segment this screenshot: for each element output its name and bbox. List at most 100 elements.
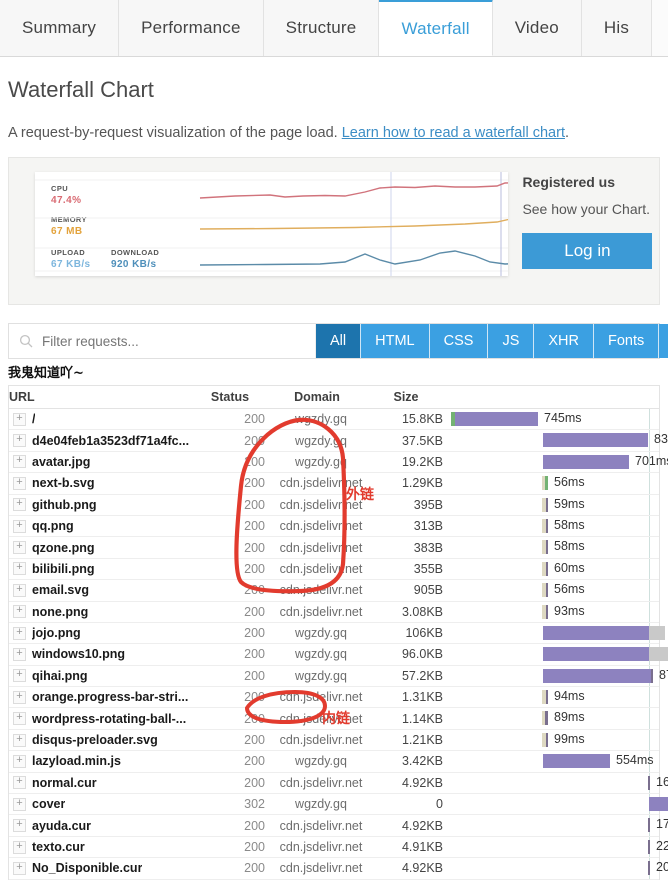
expand-row-icon[interactable]: +	[13, 733, 26, 747]
waterfall-bar[interactable]	[542, 711, 548, 726]
waterfall-bar[interactable]	[543, 433, 648, 448]
waterfall-bar[interactable]	[649, 797, 668, 812]
filter-button-fonts[interactable]: Fonts	[593, 324, 660, 358]
column-header-domain[interactable]: Domain	[261, 390, 373, 404]
search-box[interactable]	[9, 324, 316, 358]
table-row[interactable]: + normal.cur 200 cdn.jsdelivr.net 4.92KB 16ms	[9, 772, 668, 795]
cell-size: 313B	[413, 519, 443, 534]
table-row[interactable]: + orange.progress-bar-stri... 200 cdn.jsdel…	[9, 687, 659, 709]
expand-row-icon[interactable]: +	[13, 819, 26, 833]
column-header-status[interactable]: Status	[199, 390, 261, 404]
tab-waterfall[interactable]: Waterfall	[379, 0, 493, 56]
waterfall-bar[interactable]	[542, 540, 548, 555]
cell-domain: wgzdy.gq	[295, 412, 347, 427]
tab-structure[interactable]: Structure	[263, 0, 380, 56]
filter-button-xhr[interactable]: XHR	[534, 324, 594, 358]
waterfall-duration-label: 745ms	[544, 411, 582, 425]
table-row[interactable]: + qzone.png 200 cdn.jsdelivr.net 383B 58ms	[9, 537, 659, 559]
table-row[interactable]: + none.png 200 cdn.jsdelivr.net 3.08KB 93ms	[9, 601, 659, 623]
waterfall-bar[interactable]	[542, 732, 548, 747]
login-button[interactable]: Log in	[522, 233, 653, 269]
table-row[interactable]: + lazyload.min.js 200 wgzdy.gq 3.42KB 554ms	[9, 751, 659, 773]
search-input[interactable]	[40, 332, 284, 350]
expand-row-icon[interactable]: +	[13, 455, 26, 469]
expand-row-icon[interactable]: +	[13, 690, 26, 704]
waterfall-bar[interactable]	[543, 625, 665, 640]
column-header-url[interactable]: URL	[9, 390, 199, 404]
table-row[interactable]: + avatar.jpg 200 wgzdy.gq 19.2KB 701ms	[9, 451, 668, 474]
waterfall-bar[interactable]	[542, 561, 548, 576]
cell-url-text: qihai.png	[32, 668, 88, 683]
waterfall-bar[interactable]	[543, 454, 629, 469]
filter-button-js[interactable]: JS	[488, 324, 535, 358]
expand-row-icon[interactable]: +	[13, 519, 26, 533]
table-row[interactable]: + github.png 200 cdn.jsdelivr.net 395B 59ms	[9, 494, 659, 516]
filter-button-css[interactable]: CSS	[429, 324, 489, 358]
waterfall-bar[interactable]	[543, 647, 668, 662]
waterfall-bar[interactable]	[542, 604, 548, 619]
table-row[interactable]: + No_Disponible.cur 200 cdn.jsdelivr.net 4.9…	[9, 858, 668, 880]
learn-waterfall-link[interactable]: Learn how to read a waterfall chart	[342, 125, 565, 141]
expand-row-icon[interactable]: +	[13, 861, 26, 875]
expand-row-icon[interactable]: +	[13, 476, 26, 490]
cell-status: 200	[244, 454, 265, 469]
table-row[interactable]: + disqus-preloader.svg 200 cdn.jsdelivr.net…	[9, 729, 659, 752]
waterfall-duration-label: 16ms	[656, 774, 668, 789]
table-row[interactable]: + jojo.png 200 wgzdy.gq 106KB 1s	[9, 622, 665, 645]
waterfall-bar[interactable]	[543, 754, 610, 769]
waterfall-bar[interactable]	[542, 690, 548, 705]
table-row[interactable]: +/200 wgzdy.gq 15.8KB 745ms	[9, 409, 659, 431]
table-row[interactable]: + cover 302 wgzdy.gq 0	[9, 794, 668, 816]
waterfall-bar[interactable]	[542, 518, 548, 533]
waterfall-bar[interactable]	[648, 861, 650, 876]
filter-button-imag[interactable]: Imag	[659, 324, 668, 358]
waterfall-segment-dark	[648, 818, 650, 833]
waterfall-bar[interactable]	[451, 412, 538, 426]
tab-performance[interactable]: Performance	[119, 0, 264, 56]
expand-row-icon[interactable]: +	[13, 541, 26, 555]
table-row[interactable]: + windows10.png 200 wgzdy.gq 96.0KB 1.1s	[9, 644, 668, 666]
waterfall-bar[interactable]	[648, 818, 650, 833]
expand-row-icon[interactable]: +	[13, 498, 26, 512]
expand-row-icon[interactable]: +	[13, 583, 26, 597]
cell-url-text: No_Disponible.cur	[32, 861, 143, 876]
table-row[interactable]: + next-b.svg 200 cdn.jsdelivr.net 1.29KB 56ms	[9, 473, 659, 495]
table-row[interactable]: + texto.cur 200 cdn.jsdelivr.net 4.91KB 22ms	[9, 836, 668, 859]
waterfall-bar[interactable]	[648, 839, 650, 854]
column-header-size[interactable]: Size	[373, 390, 439, 404]
tab-summary[interactable]: Summary	[0, 0, 120, 56]
cell-waterfall: 745ms	[449, 409, 659, 430]
filter-bar: AllHTMLCSSJSXHRFontsImag	[8, 323, 668, 359]
expand-row-icon[interactable]: +	[13, 754, 26, 768]
cell-url-text: cover	[32, 797, 66, 812]
expand-row-icon[interactable]: +	[13, 412, 26, 426]
expand-row-icon[interactable]: +	[13, 562, 26, 576]
expand-row-icon[interactable]: +	[13, 605, 26, 619]
filter-button-all[interactable]: All	[316, 324, 362, 358]
expand-row-icon[interactable]: +	[13, 434, 26, 448]
waterfall-bar[interactable]	[542, 497, 548, 512]
waterfall-segment-dark	[546, 518, 548, 533]
waterfall-bar[interactable]	[542, 583, 548, 598]
waterfall-bar[interactable]	[542, 476, 548, 491]
table-row[interactable]: + bilibili.png 200 cdn.jsdelivr.net 355B 60ms	[9, 558, 659, 581]
expand-row-icon[interactable]: +	[13, 840, 26, 854]
filter-button-html[interactable]: HTML	[361, 324, 430, 358]
table-row[interactable]: + qihai.png 200 wgzdy.gq 57.2KB 876ms	[9, 665, 668, 688]
tab-video[interactable]: Video	[492, 0, 582, 56]
table-row[interactable]: + email.svg 200 cdn.jsdelivr.net 905B 56ms	[9, 580, 659, 602]
expand-row-icon[interactable]: +	[13, 776, 26, 790]
table-row[interactable]: + wordpress-rotating-ball-... 200 cdn.jsdel…	[9, 708, 659, 730]
expand-row-icon[interactable]: +	[13, 647, 26, 661]
expand-row-icon[interactable]: +	[13, 797, 26, 811]
expand-row-icon[interactable]: +	[13, 669, 26, 683]
search-icon	[19, 334, 33, 348]
table-row[interactable]: + d4e04feb1a3523df71a4fc... 200 wgzdy.gq 37.…	[9, 430, 668, 452]
table-row[interactable]: + ayuda.cur 200 cdn.jsdelivr.net 4.92KB 17ms	[9, 815, 668, 837]
tab-his[interactable]: His	[581, 0, 653, 56]
waterfall-bar[interactable]	[543, 668, 653, 683]
waterfall-bar[interactable]	[648, 775, 650, 790]
table-row[interactable]: + qq.png 200 cdn.jsdelivr.net 313B 58ms	[9, 515, 659, 538]
expand-row-icon[interactable]: +	[13, 712, 26, 726]
expand-row-icon[interactable]: +	[13, 626, 26, 640]
